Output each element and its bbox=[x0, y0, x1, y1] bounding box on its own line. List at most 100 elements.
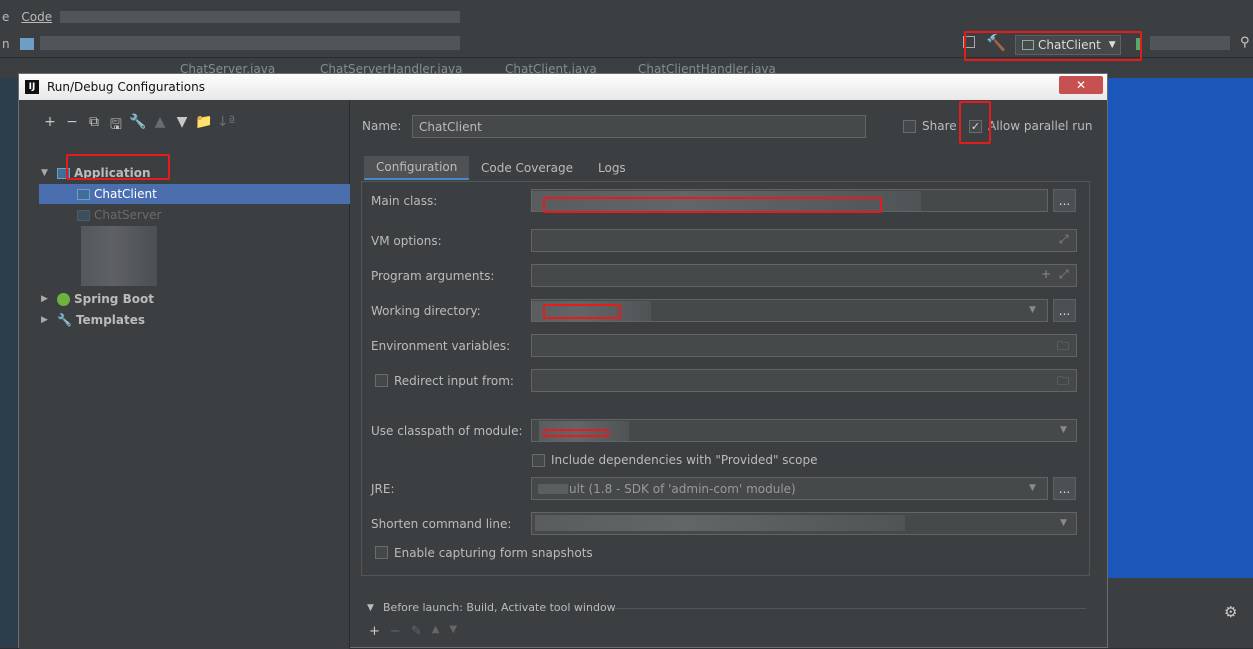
collapse-arrow-icon[interactable]: ▼ bbox=[367, 603, 374, 613]
run-debug-dialog: IJ Run/Debug Configurations ✕ + − ⧉ 🖫 🔧 … bbox=[18, 73, 1108, 649]
gear-icon[interactable]: ⚙ bbox=[1224, 603, 1237, 621]
run-configuration-combo[interactable]: ChatClient ▼ bbox=[1015, 35, 1121, 55]
add-icon[interactable]: + bbox=[39, 114, 61, 138]
chevron-down-icon: ▼ bbox=[1108, 40, 1116, 50]
chevron-down-icon[interactable]: ▼ bbox=[1060, 518, 1067, 528]
edit-icon[interactable]: ✎ bbox=[411, 624, 422, 639]
tree-label-spring-boot: Spring Boot bbox=[74, 292, 154, 306]
name-label: Name: bbox=[362, 119, 402, 133]
blurred-main-class bbox=[531, 191, 921, 211]
expand-icon[interactable]: ⤢ bbox=[1059, 267, 1069, 282]
tree-label-templates: Templates bbox=[75, 313, 146, 327]
folder-icon bbox=[20, 38, 34, 50]
name-input[interactable]: ChatClient bbox=[412, 115, 866, 138]
move-up-icon[interactable]: ▲ bbox=[432, 624, 440, 639]
nav-first-text: n bbox=[2, 37, 10, 51]
expand-arrow-icon: ▼ bbox=[41, 168, 48, 178]
tree-item-chatclient[interactable]: ChatClient bbox=[39, 184, 350, 204]
include-dependencies-checkbox[interactable] bbox=[532, 454, 545, 467]
main-class-label: Main class: bbox=[371, 194, 438, 208]
program-arguments-label: Program arguments: bbox=[371, 269, 495, 283]
blurred-module bbox=[539, 421, 629, 441]
include-dependencies-label: Include dependencies with "Provided" sco… bbox=[551, 453, 818, 467]
config-icon bbox=[77, 188, 90, 200]
enable-snapshots-checkbox[interactable] bbox=[375, 546, 388, 559]
move-down-icon[interactable]: ▼ bbox=[449, 624, 457, 639]
save-icon[interactable]: 🖫 bbox=[105, 114, 127, 138]
blurred-breadcrumb bbox=[40, 36, 460, 50]
shorten-command-line-label: Shorten command line: bbox=[371, 517, 512, 531]
chevron-down-icon[interactable]: ▼ bbox=[1029, 483, 1036, 493]
blurred-toolbar-icons bbox=[1150, 36, 1230, 50]
wrench-icon: 🔧 bbox=[57, 313, 72, 327]
vm-options-input[interactable] bbox=[531, 229, 1077, 252]
blurred-shorten-value bbox=[535, 515, 905, 531]
copy-icon[interactable]: ⧉ bbox=[83, 114, 105, 138]
wrench-icon[interactable]: 🔧 bbox=[127, 114, 149, 138]
environment-variables-label: Environment variables: bbox=[371, 339, 511, 353]
sort-icon[interactable]: ↓ª bbox=[215, 114, 237, 138]
menu-item-code[interactable]: Code bbox=[19, 10, 54, 30]
jre-browse-button[interactable]: ... bbox=[1053, 477, 1076, 500]
menu-item-edit[interactable]: e bbox=[0, 10, 11, 30]
tab-logs[interactable]: Logs bbox=[586, 156, 638, 180]
redirect-input-label: Redirect input from: bbox=[394, 374, 514, 388]
before-launch-label: Before launch: Build, Activate tool wind… bbox=[383, 601, 616, 614]
tree-group-templates[interactable]: ▶ 🔧 Templates bbox=[41, 310, 145, 330]
share-label: Share bbox=[922, 119, 957, 133]
allow-parallel-checkbox[interactable]: ✓ bbox=[969, 120, 982, 133]
tree-group-application[interactable]: ▼ Application bbox=[41, 163, 151, 183]
layout-icon[interactable] bbox=[963, 36, 975, 48]
tree-item-chatserver[interactable]: ChatServer bbox=[77, 205, 161, 225]
working-directory-browse-button[interactable]: ... bbox=[1053, 299, 1076, 322]
separator bbox=[614, 608, 1086, 609]
config-icon bbox=[1022, 40, 1034, 50]
application-icon bbox=[57, 167, 70, 179]
left-tool-strip bbox=[0, 78, 20, 648]
chevron-down-icon[interactable]: ▼ bbox=[1029, 305, 1036, 315]
redirect-input-checkbox[interactable] bbox=[375, 374, 388, 387]
move-down-icon[interactable]: ▼ bbox=[171, 114, 193, 138]
tree-label-chatserver: ChatServer bbox=[94, 208, 162, 222]
environment-variables-input[interactable] bbox=[531, 334, 1077, 357]
dialog-title-bar: IJ Run/Debug Configurations ✕ bbox=[19, 74, 1107, 100]
dialog-title: Run/Debug Configurations bbox=[47, 80, 205, 94]
editor-background bbox=[1106, 78, 1253, 578]
move-up-icon[interactable]: ▲ bbox=[149, 114, 171, 138]
working-directory-label: Working directory: bbox=[371, 304, 481, 318]
add-macro-icon[interactable]: + bbox=[1041, 267, 1051, 281]
enable-snapshots-label: Enable capturing form snapshots bbox=[394, 546, 593, 560]
expand-icon[interactable]: ⤢ bbox=[1059, 232, 1069, 247]
add-icon[interactable]: + bbox=[369, 624, 380, 639]
ide-menu-bar: e Code bbox=[0, 10, 54, 30]
tree-group-spring-boot[interactable]: ▶ Spring Boot bbox=[41, 289, 154, 309]
tab-configuration[interactable]: Configuration bbox=[364, 156, 470, 180]
close-button[interactable]: ✕ bbox=[1059, 76, 1103, 94]
remove-icon[interactable]: − bbox=[390, 624, 401, 639]
chevron-down-icon[interactable]: ▼ bbox=[1060, 425, 1067, 435]
build-hammer-icon[interactable]: 🔨 bbox=[986, 33, 1006, 52]
jre-select[interactable]: ult (1.8 - SDK of 'admin-com' module) bbox=[531, 477, 1048, 500]
folder-icon[interactable]: 🗀 bbox=[1057, 337, 1069, 358]
config-icon bbox=[77, 209, 90, 221]
tree-label-application: Application bbox=[74, 166, 151, 180]
tree-label-chatclient: ChatClient bbox=[94, 187, 157, 201]
folder-icon[interactable]: 🗀 bbox=[1057, 372, 1069, 393]
redirect-input-field[interactable] bbox=[531, 369, 1077, 392]
blurred-jre-prefix bbox=[538, 483, 568, 494]
collapsed-arrow-icon: ▶ bbox=[41, 294, 48, 304]
program-arguments-input[interactable] bbox=[531, 264, 1077, 287]
jre-label: JRE: bbox=[371, 482, 395, 496]
tree-toolbar: + − ⧉ 🖫 🔧 ▲ ▼ 📁 ↓ª bbox=[39, 114, 237, 138]
run-icon[interactable] bbox=[1136, 38, 1140, 50]
intellij-icon: IJ bbox=[25, 80, 39, 94]
tab-code-coverage[interactable]: Code Coverage bbox=[469, 156, 585, 180]
blurred-working-directory bbox=[531, 301, 651, 321]
folder-add-icon[interactable]: 📁 bbox=[193, 114, 215, 138]
main-class-browse-button[interactable]: ... bbox=[1053, 189, 1076, 212]
search-icon[interactable]: ⚲ bbox=[1240, 35, 1250, 50]
remove-icon[interactable]: − bbox=[61, 114, 83, 138]
share-checkbox[interactable] bbox=[903, 120, 916, 133]
before-launch-toolbar: + − ✎ ▲ ▼ bbox=[369, 624, 457, 639]
vm-options-label: VM options: bbox=[371, 234, 442, 248]
